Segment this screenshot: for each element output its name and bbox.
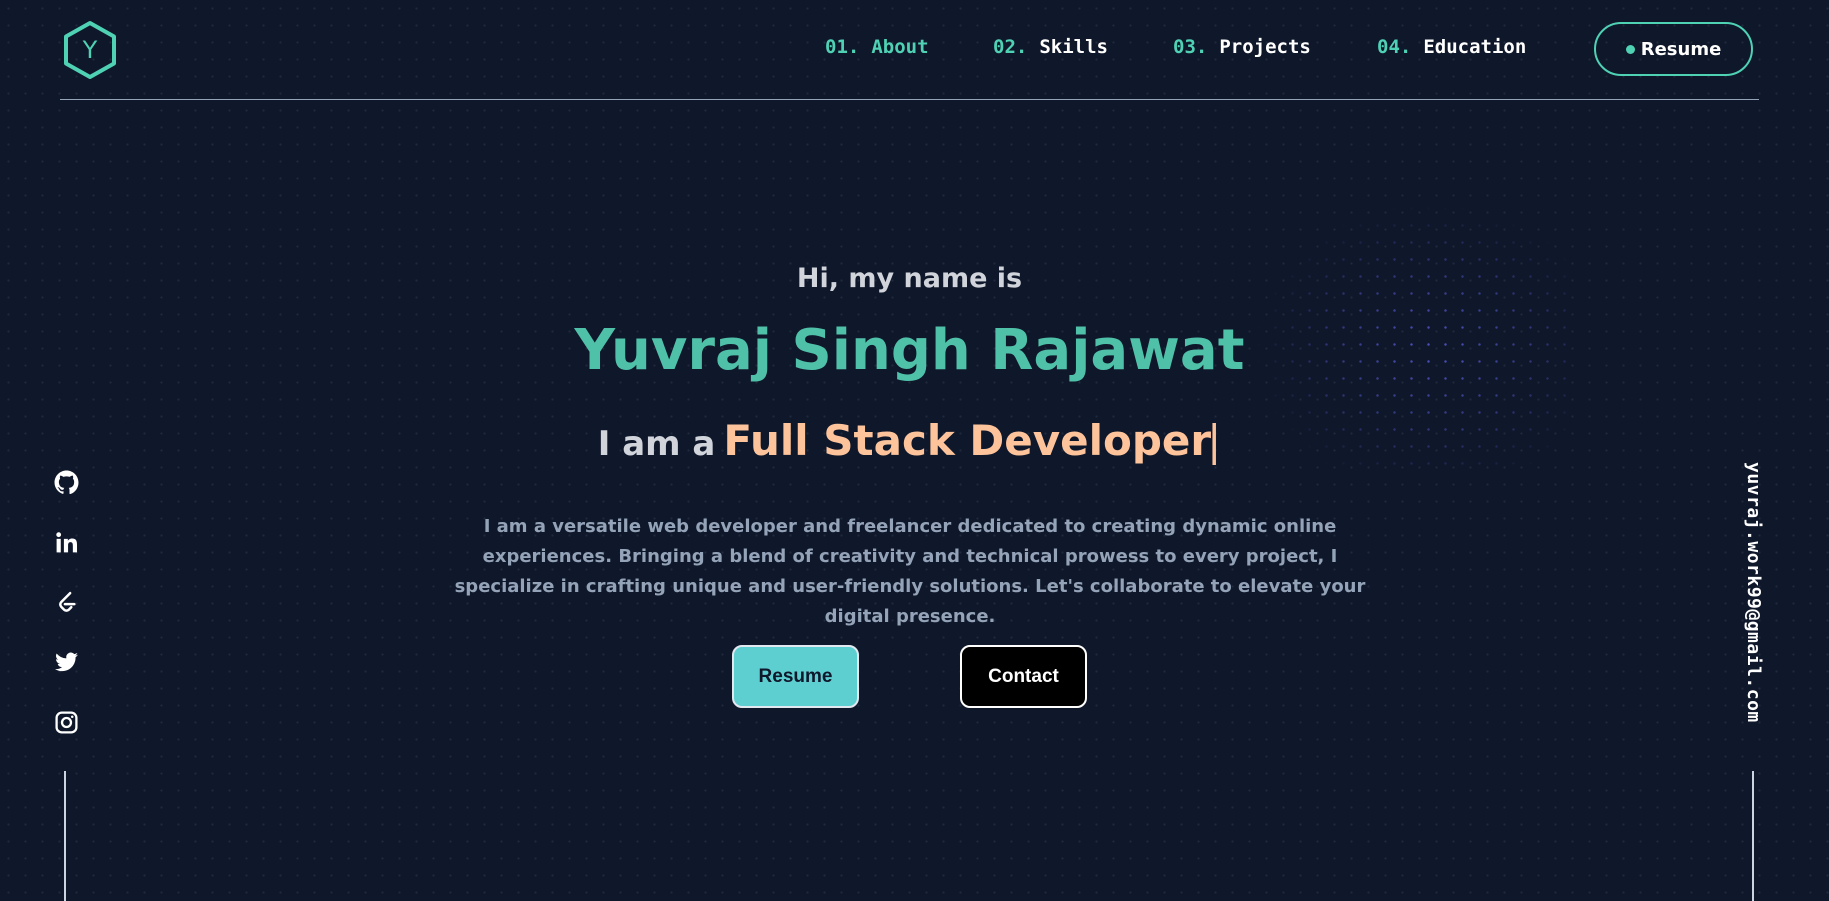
leetcode-icon bbox=[58, 591, 76, 612]
hero-role-prefix: I am a bbox=[597, 424, 716, 464]
nav-education[interactable]: 04. Education bbox=[1377, 36, 1526, 58]
resume-button[interactable]: Resume bbox=[732, 645, 859, 708]
header-divider bbox=[60, 99, 1759, 100]
nav-skills-number: 02. bbox=[993, 36, 1028, 58]
twitter-icon bbox=[54, 652, 78, 671]
email-link[interactable]: yuvraj.work99@gmail.com bbox=[1743, 462, 1764, 723]
header-resume-label: Resume bbox=[1640, 38, 1722, 60]
github-link[interactable] bbox=[51, 467, 81, 497]
hero-name: Yuvraj Singh Rajawat bbox=[574, 318, 1245, 383]
nav-skills-label: Skills bbox=[1039, 36, 1108, 58]
linkedin-link[interactable] bbox=[51, 527, 81, 557]
contact-button[interactable]: Contact bbox=[960, 645, 1087, 708]
nav-projects-label: Projects bbox=[1219, 36, 1311, 58]
hero-greeting: Hi, my name is bbox=[796, 263, 1023, 294]
leetcode-link[interactable] bbox=[51, 587, 81, 617]
twitter-link[interactable] bbox=[51, 647, 81, 677]
nav-about-number: 01. bbox=[825, 36, 860, 58]
nav-about-label: About bbox=[871, 36, 929, 58]
instagram-link[interactable] bbox=[51, 707, 81, 737]
instagram-icon bbox=[54, 710, 78, 734]
nav-projects-number: 03. bbox=[1173, 36, 1208, 58]
logo[interactable]: Y bbox=[62, 20, 118, 80]
hero-role-line: I am a Full Stack Developer| bbox=[0, 416, 1819, 465]
main-nav: 01. About 02. Skills 03. Projects 04. Ed… bbox=[825, 36, 1526, 58]
typing-cursor: | bbox=[1207, 416, 1222, 465]
nav-projects[interactable]: 03. Projects bbox=[1173, 36, 1377, 58]
nav-education-label: Education bbox=[1423, 36, 1527, 58]
header-resume-button[interactable]: Resume bbox=[1594, 22, 1753, 76]
logo-letter: Y bbox=[82, 36, 98, 64]
status-dot-icon bbox=[1625, 44, 1635, 54]
hero-role: Full Stack Developer bbox=[723, 416, 1212, 465]
left-vertical-line bbox=[64, 771, 66, 901]
social-links bbox=[51, 467, 81, 767]
right-vertical-line bbox=[1752, 771, 1754, 901]
github-icon bbox=[54, 470, 78, 494]
hero-description: I am a versatile web developer and freel… bbox=[454, 516, 1366, 627]
nav-education-number: 04. bbox=[1377, 36, 1412, 58]
nav-about[interactable]: 01. About bbox=[825, 36, 993, 58]
nav-skills[interactable]: 02. Skills bbox=[993, 36, 1173, 58]
linkedin-icon bbox=[55, 531, 77, 552]
